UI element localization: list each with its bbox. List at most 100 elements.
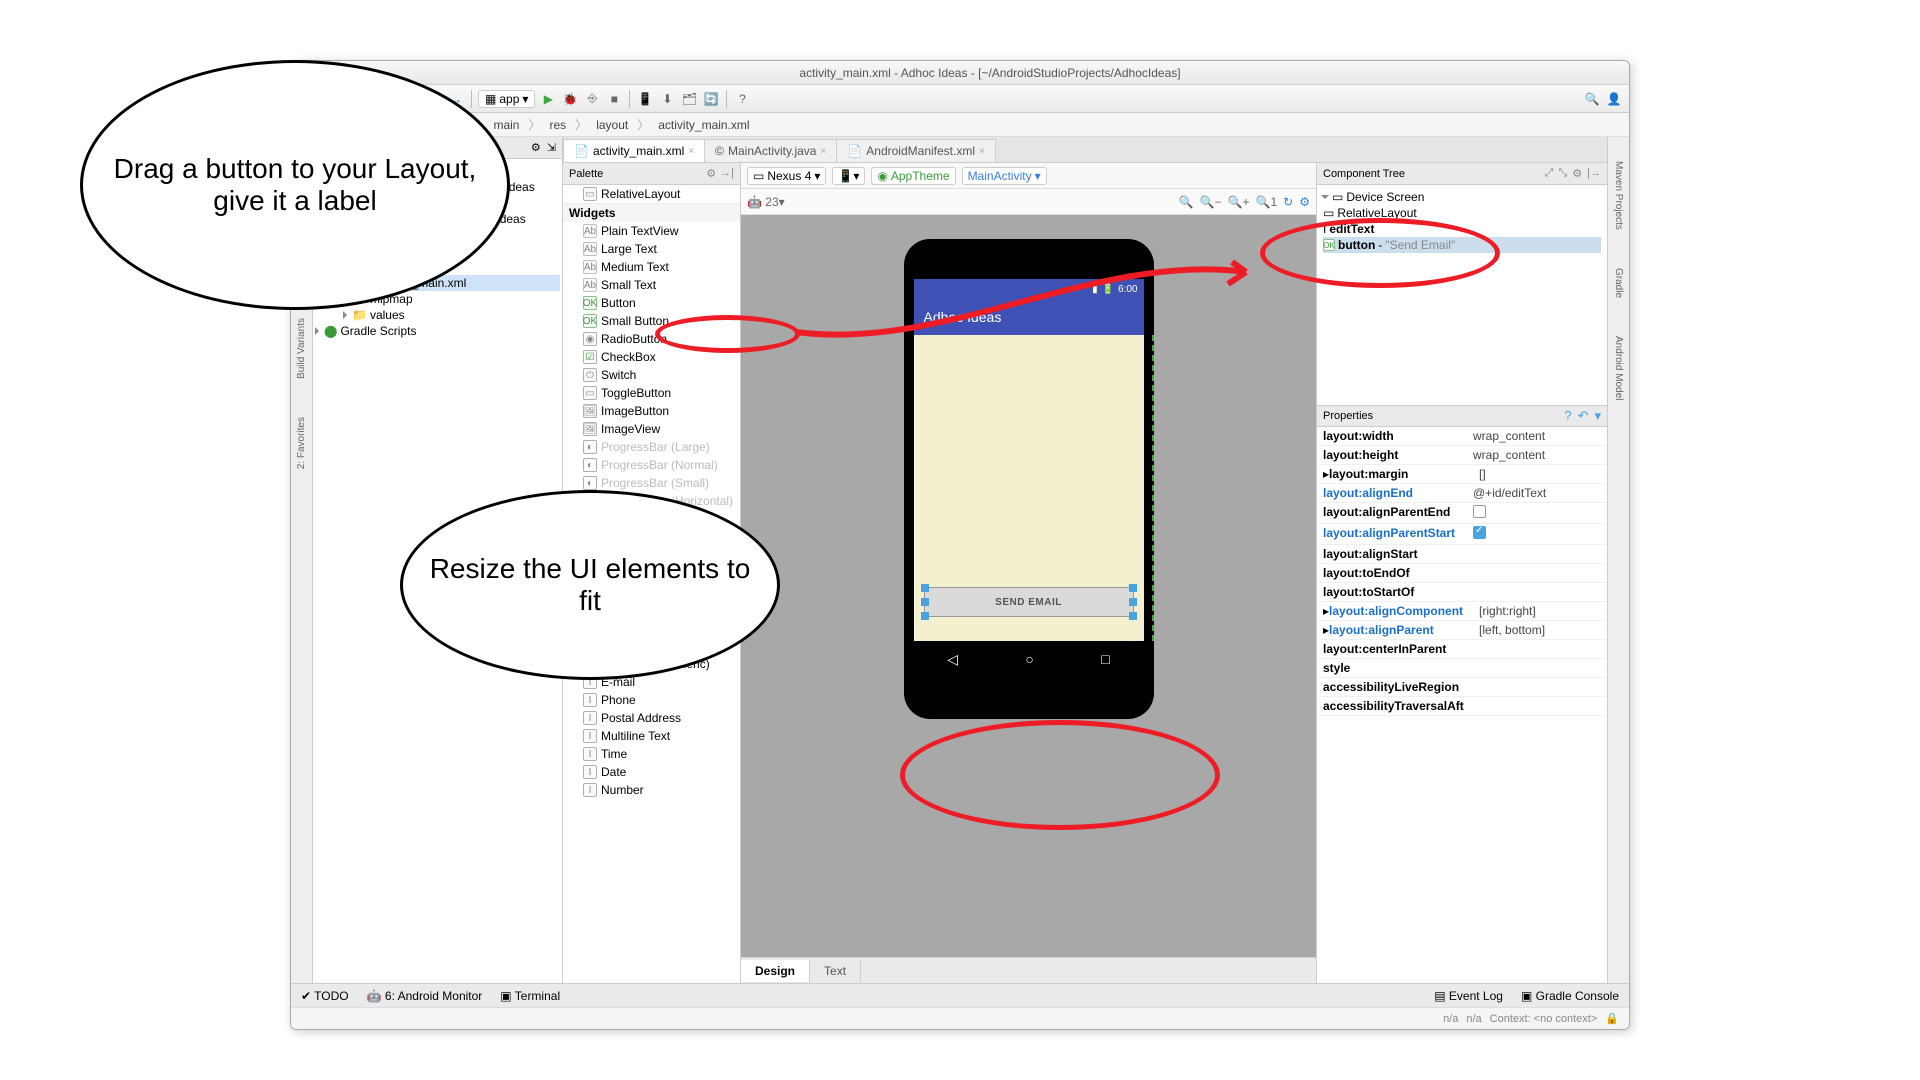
back-icon[interactable]: ◁ — [947, 651, 958, 668]
layout-content[interactable]: SEND EMAIL — [914, 335, 1144, 641]
prop-alignparent[interactable]: ▸ layout:alignParent[left, bottom] — [1317, 621, 1607, 640]
prop-centerinparent[interactable]: layout:centerInParent — [1317, 640, 1607, 659]
sdk-icon[interactable]: ⬇ — [658, 90, 676, 108]
footer-event-log[interactable]: ▤ Event Log — [1434, 989, 1503, 1003]
zoom-out-icon[interactable]: 🔍− — [1200, 195, 1222, 209]
palette-group-widgets[interactable]: Widgets — [563, 203, 740, 222]
crumb-file[interactable]: activity_main.xml — [653, 117, 754, 133]
user-icon[interactable]: 👤 — [1605, 90, 1623, 108]
tab-design[interactable]: Design — [741, 960, 810, 982]
orientation-picker[interactable]: 📱▾ — [832, 167, 865, 185]
avd-icon[interactable]: 📱 — [636, 90, 654, 108]
tree-values[interactable]: 📁values — [315, 307, 560, 323]
activity-picker[interactable]: MainActivity▾ — [962, 167, 1047, 185]
resize-handle[interactable] — [921, 612, 929, 620]
palette-tf-time[interactable]: ITime — [563, 745, 740, 763]
sync-icon[interactable]: 🔄 — [702, 90, 720, 108]
footer-todo[interactable]: ✔ TODO — [301, 989, 349, 1003]
properties-table[interactable]: layout:widthwrap_content layout:heightwr… — [1317, 427, 1607, 983]
resize-handle[interactable] — [1129, 612, 1137, 620]
gear-icon[interactable]: ⚙ — [706, 167, 716, 180]
tab-activity-main[interactable]: 📄activity_main.xml× — [563, 139, 705, 162]
gutter-favorites[interactable]: 2: Favorites — [294, 413, 309, 473]
stop-icon[interactable]: ■ — [605, 90, 623, 108]
footer-gradle-console[interactable]: ▣ Gradle Console — [1521, 989, 1619, 1003]
prop-alignstart[interactable]: layout:alignStart — [1317, 545, 1607, 564]
attach-icon[interactable]: ⎆ — [583, 90, 601, 108]
help-icon[interactable]: ? — [1564, 408, 1571, 424]
filter-icon[interactable]: ▾ — [1594, 408, 1601, 424]
api-picker[interactable]: 🤖 23▾ — [747, 195, 785, 209]
status-context[interactable]: Context: <no context> — [1490, 1013, 1598, 1025]
palette-tf-phone[interactable]: IPhone — [563, 691, 740, 709]
palette-togglebutton[interactable]: ▭ToggleButton — [563, 384, 740, 402]
close-icon[interactable]: × — [820, 146, 826, 157]
prop-alignparentend[interactable]: layout:alignParentEnd — [1317, 503, 1607, 524]
gutter-build-variants[interactable]: Build Variants — [294, 314, 309, 383]
crumb-res[interactable]: res — [545, 117, 572, 133]
run-icon[interactable]: ▶ — [539, 90, 557, 108]
palette-progress-large[interactable]: ◐ProgressBar (Large) — [563, 438, 740, 456]
palette-medium-text[interactable]: AbMedium Text — [563, 258, 740, 276]
search-icon[interactable]: 🔍 — [1583, 90, 1601, 108]
prop-alignend[interactable]: layout:alignEnd@+id/editText — [1317, 484, 1607, 503]
help-icon[interactable]: ? — [733, 90, 751, 108]
gutter-gradle[interactable]: Gradle — [1611, 264, 1626, 302]
tab-mainactivity-java[interactable]: ©MainActivity.java× — [704, 139, 837, 162]
crumb-layout[interactable]: layout — [591, 117, 633, 133]
resize-handle[interactable] — [1129, 598, 1137, 606]
run-config-select[interactable]: ▦ app ▾ — [478, 90, 535, 108]
palette-large-text[interactable]: AbLarge Text — [563, 240, 740, 258]
prop-tostartof[interactable]: layout:toStartOf — [1317, 583, 1607, 602]
recent-icon[interactable]: □ — [1101, 651, 1109, 667]
prop-alignparentstart[interactable]: layout:alignParentStart — [1317, 524, 1607, 545]
hide-icon[interactable]: |→ — [1587, 167, 1601, 180]
prop-style[interactable]: style — [1317, 659, 1607, 678]
prop-layout-height[interactable]: layout:heightwrap_content — [1317, 446, 1607, 465]
gutter-maven[interactable]: Maven Projects — [1611, 157, 1626, 234]
palette-button[interactable]: OKButton — [563, 294, 740, 312]
home-icon[interactable]: ○ — [1025, 651, 1033, 667]
palette-switch[interactable]: ⏻Switch — [563, 366, 740, 384]
gear-icon[interactable]: ⚙ — [531, 141, 541, 154]
collapse-icon[interactable]: ⇲ — [547, 141, 556, 154]
gutter-android-model[interactable]: Android Model — [1611, 332, 1626, 404]
tab-manifest[interactable]: 📄AndroidManifest.xml× — [836, 139, 996, 162]
prop-acc-live[interactable]: accessibilityLiveRegion — [1317, 678, 1607, 697]
zoom-fit-icon[interactable]: 🔍 — [1179, 195, 1194, 209]
zoom-in-icon[interactable]: 🔍+ — [1228, 195, 1250, 209]
settings-icon[interactable]: ⚙ — [1299, 195, 1310, 209]
tree-gradle-scripts[interactable]: ⬤ Gradle Scripts — [315, 323, 560, 339]
collapse-icon[interactable]: →| — [720, 167, 734, 180]
palette-tf-number[interactable]: INumber — [563, 781, 740, 799]
prop-layout-width[interactable]: layout:widthwrap_content — [1317, 427, 1607, 446]
palette-imagebutton[interactable]: 🖼ImageButton — [563, 402, 740, 420]
palette-small-text[interactable]: AbSmall Text — [563, 276, 740, 294]
close-icon[interactable]: × — [688, 146, 694, 157]
lock-icon[interactable]: 🔒 — [1605, 1012, 1619, 1025]
prop-toendof[interactable]: layout:toEndOf — [1317, 564, 1607, 583]
prop-acc-trav[interactable]: accessibilityTraversalAft — [1317, 697, 1607, 716]
palette-tf-multiline[interactable]: IMultiline Text — [563, 727, 740, 745]
send-email-button[interactable]: SEND EMAIL — [924, 587, 1134, 617]
resize-handle[interactable] — [921, 584, 929, 592]
checkbox-unchecked[interactable] — [1473, 505, 1486, 518]
resize-handle[interactable] — [1129, 584, 1137, 592]
device-picker[interactable]: ▭ Nexus 4▾ — [747, 167, 826, 185]
prop-aligncomponent[interactable]: ▸ layout:alignComponent[right:right] — [1317, 602, 1607, 621]
crumb-main[interactable]: main — [488, 117, 524, 133]
refresh-icon[interactable]: ↻ — [1283, 195, 1293, 209]
gear-icon[interactable]: ⚙ — [1572, 167, 1582, 180]
project-structure-icon[interactable]: 🗂 — [680, 90, 698, 108]
footer-android-monitor[interactable]: 🤖 6: Android Monitor — [367, 989, 483, 1003]
checkbox-checked[interactable] — [1473, 526, 1486, 539]
undo-icon[interactable]: ↶ — [1578, 408, 1589, 424]
palette-imageview[interactable]: 🖼ImageView — [563, 420, 740, 438]
palette-plain-textview[interactable]: AbPlain TextView — [563, 222, 740, 240]
palette-tf-postal[interactable]: IPostal Address — [563, 709, 740, 727]
palette-progress-normal[interactable]: ◐ProgressBar (Normal) — [563, 456, 740, 474]
theme-picker[interactable]: ◉ AppTheme — [871, 167, 955, 185]
tab-text[interactable]: Text — [810, 960, 861, 982]
prop-layout-margin[interactable]: ▸ layout:margin[] — [1317, 465, 1607, 484]
palette-relativelayout[interactable]: ▭RelativeLayout — [563, 185, 740, 203]
